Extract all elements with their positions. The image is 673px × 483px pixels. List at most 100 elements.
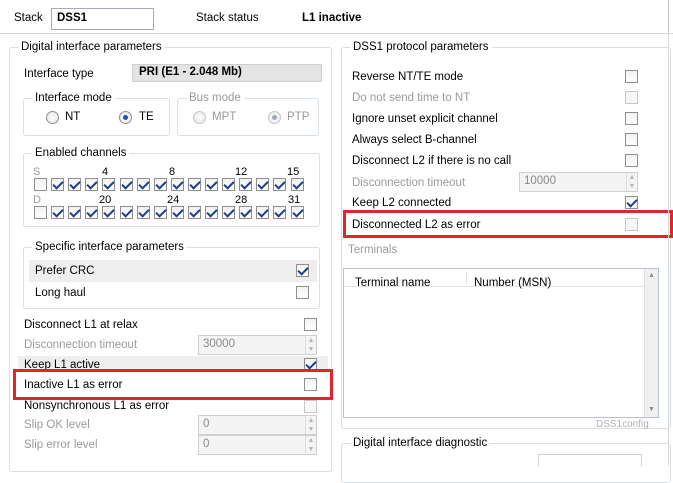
spinner-arrows-icon[interactable]: ▲ ▼ <box>305 416 316 434</box>
channel-label-12: 12 <box>235 166 248 178</box>
keep-l2-connected-label: Keep L2 connected <box>352 197 452 209</box>
watermark-text: DSS1config <box>596 419 649 430</box>
stack-field[interactable]: DSS1 <box>51 8 154 30</box>
channel-s-checkbox[interactable] <box>85 178 99 191</box>
channel-label-24: 24 <box>167 194 180 206</box>
channel-s-checkbox[interactable] <box>170 178 184 191</box>
channel-d-checkbox[interactable] <box>119 206 133 219</box>
channel-d-checkbox[interactable] <box>85 206 99 219</box>
channel-d-checkbox[interactable] <box>239 206 253 219</box>
disconnect-l2-no-call-label: Disconnect L2 if there is no call <box>352 155 512 167</box>
stack-value: DSS1 <box>57 12 88 24</box>
channel-s-checkbox[interactable] <box>256 178 270 191</box>
diagnostic-group-label: Digital interface diagnostic <box>350 436 491 450</box>
spinner-arrows-icon[interactable]: ▲ ▼ <box>626 173 637 191</box>
l2-disconnection-timeout-label: Disconnection timeout <box>352 177 466 189</box>
slip-ok-spinner[interactable]: 0 ▲ ▼ <box>198 415 317 435</box>
channel-s-checkbox[interactable] <box>119 178 133 191</box>
terminal-name-column[interactable]: Terminal name <box>355 276 430 290</box>
disconnect-l2-no-call-checkbox[interactable] <box>625 154 638 167</box>
l1-disconnection-timeout-label: Disconnection timeout <box>24 339 138 351</box>
disconnected-l2-highlight-box <box>343 210 673 238</box>
channel-s-checkbox[interactable] <box>68 178 82 191</box>
channel-d-checkbox[interactable] <box>256 206 270 219</box>
top-divider <box>668 0 669 34</box>
channel-label-20: 20 <box>99 194 112 206</box>
terminals-label: Terminals <box>348 244 398 256</box>
spinner-arrows-icon[interactable]: ▲ ▼ <box>305 336 316 354</box>
channel-s-checkbox[interactable] <box>205 178 218 191</box>
terminals-list-scrollbar[interactable]: ▲ ▼ <box>644 269 658 417</box>
channel-d-checkbox[interactable] <box>273 206 287 219</box>
channel-s-checkbox[interactable] <box>136 178 150 191</box>
ignore-unset-channel-checkbox[interactable] <box>625 112 638 125</box>
bus-mode-ptp-label: PTP <box>287 111 310 123</box>
channel-s-checkbox[interactable] <box>222 178 236 191</box>
slip-error-spinner[interactable]: 0 ▲ ▼ <box>198 435 317 455</box>
window-edge <box>668 34 669 466</box>
always-select-b-checkbox[interactable] <box>625 133 638 146</box>
l2-disconnection-timeout-value: 10000 <box>524 175 556 187</box>
channel-d-checkbox[interactable] <box>222 206 236 219</box>
channel-label-4: 4 <box>102 166 109 178</box>
scroll-up-icon[interactable]: ▲ <box>645 269 658 283</box>
channel-d-checkbox[interactable] <box>102 206 116 219</box>
nonsync-l1-error-checkbox[interactable] <box>304 400 317 413</box>
specific-params-label: Specific interface parameters <box>32 240 187 254</box>
l2-disconnection-timeout-spinner[interactable]: 10000 ▲ ▼ <box>519 172 638 192</box>
slip-error-value: 0 <box>203 438 210 450</box>
channel-s-checkbox[interactable] <box>239 178 253 191</box>
spinner-arrows-icon[interactable]: ▲ ▼ <box>305 436 316 454</box>
enabled-channels-label: Enabled channels <box>32 146 130 160</box>
channel-d-checkbox[interactable] <box>34 206 47 219</box>
channel-d-checkbox[interactable] <box>187 206 201 219</box>
channel-label-15: 15 <box>287 166 300 178</box>
l1-disconnection-timeout-value: 30000 <box>203 338 235 350</box>
terminals-list[interactable]: Terminal name Number (MSN) ▲ ▼ <box>343 268 659 418</box>
l1-disconnection-timeout-spinner[interactable]: 30000 ▲ ▼ <box>198 335 317 355</box>
keep-l2-connected-checkbox[interactable] <box>625 196 638 209</box>
interface-mode-nt-radio[interactable] <box>46 111 59 124</box>
channel-s-checkbox[interactable] <box>102 178 116 191</box>
interface-mode-nt-label: NT <box>65 111 81 123</box>
bus-mode-label: Bus mode <box>186 91 244 105</box>
channel-d-checkbox[interactable] <box>68 206 82 219</box>
long-haul-checkbox[interactable] <box>296 286 309 299</box>
interface-type-label: Interface type <box>24 68 94 80</box>
bus-mode-ptp-radio[interactable] <box>268 111 281 124</box>
channel-row1-prefix: S <box>33 166 41 178</box>
channel-s-checkbox[interactable] <box>187 178 201 191</box>
slip-ok-value: 0 <box>203 418 210 430</box>
channel-row2-prefix: D <box>33 194 41 206</box>
stack-status-label: Stack status <box>196 12 259 24</box>
channel-d-checkbox[interactable] <box>51 206 65 219</box>
prefer-crc-checkbox[interactable] <box>296 264 309 277</box>
column-divider <box>466 271 467 285</box>
do-not-send-time-checkbox[interactable] <box>625 91 638 104</box>
interface-mode-te-label: TE <box>139 111 154 123</box>
number-msn-column[interactable]: Number (MSN) <box>474 276 551 290</box>
channel-s-checkbox[interactable] <box>290 178 304 191</box>
channel-label-8: 8 <box>169 166 176 178</box>
scroll-down-icon[interactable]: ▼ <box>645 403 658 417</box>
always-select-b-label: Always select B-channel <box>352 134 477 146</box>
do-not-send-time-label: Do not send time to NT <box>352 92 471 104</box>
slip-ok-label: Slip OK level <box>24 419 90 431</box>
stack-status-value: L1 inactive <box>302 12 362 24</box>
channel-s-checkbox[interactable] <box>153 178 167 191</box>
channel-d-checkbox[interactable] <box>290 206 304 219</box>
digital-interface-group-label: Digital interface parameters <box>18 40 165 54</box>
reverse-nt-te-checkbox[interactable] <box>625 70 638 83</box>
channel-s-checkbox[interactable] <box>34 178 47 191</box>
channel-d-checkbox[interactable] <box>153 206 167 219</box>
channel-d-checkbox[interactable] <box>136 206 150 219</box>
slip-error-label: Slip error level <box>24 439 98 451</box>
channel-s-checkbox[interactable] <box>51 178 65 191</box>
top-bar: Stack DSS1 Stack status L1 inactive <box>0 0 673 34</box>
channel-d-checkbox[interactable] <box>170 206 184 219</box>
channel-s-checkbox[interactable] <box>273 178 287 191</box>
channel-d-checkbox[interactable] <box>205 206 218 219</box>
disconnect-l1-relax-checkbox[interactable] <box>304 318 317 331</box>
bus-mode-mpt-radio[interactable] <box>193 111 206 124</box>
interface-mode-te-radio[interactable] <box>119 111 132 124</box>
